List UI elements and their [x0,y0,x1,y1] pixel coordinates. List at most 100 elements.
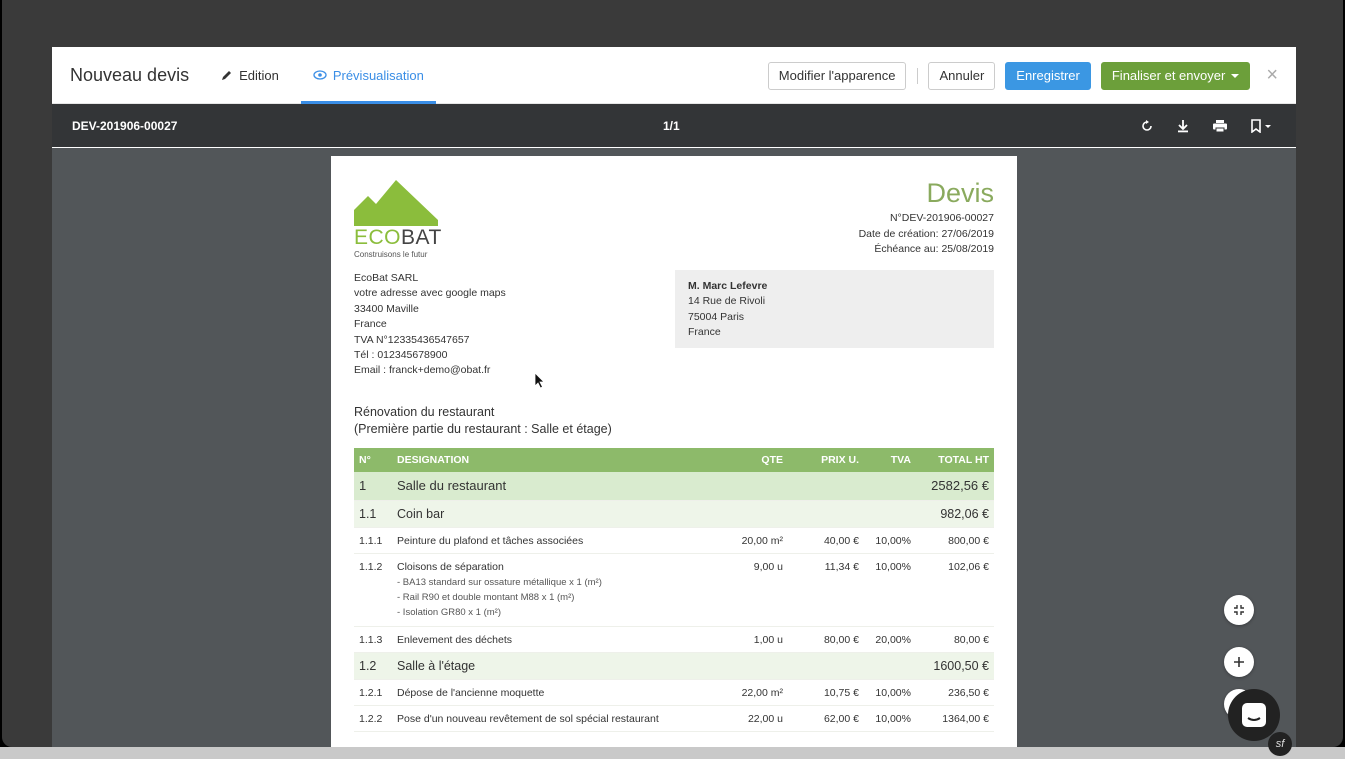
sender-line: Email : franck+demo@obat.fr [354,364,491,377]
save-button[interactable]: Enregistrer [1005,61,1091,90]
download-icon[interactable] [1176,119,1190,133]
sender-line: EcoBat SARL [354,272,419,284]
subject-line: (Première partie du restaurant : Salle e… [354,422,612,436]
recipient-line: France [688,326,721,339]
row-qty: 9,00 u [722,553,788,627]
row-label: Dépose de l'ancienne moquette [392,679,722,706]
col-header: QTE [722,448,788,472]
tab-edition[interactable]: Edition [209,47,291,104]
row-label: Salle à l'étage [392,652,722,680]
document-page: ECOBAT Construisons le futur Devis N°DEV… [331,156,1017,747]
row-vat: 20,00% [864,626,916,653]
app-window: Nouveau devis Edition Prévisualisation M… [2,0,1343,747]
brand-tagline: Construisons le futur [354,250,428,259]
table-row: 1 Salle du restaurant 2582,56 € [354,472,994,501]
table-row: 1.2 Salle à l'étage 1600,50 € [354,652,994,680]
row-number: 1 [354,472,392,501]
row-number: 1.1.1 [354,527,392,554]
row-label: Peinture du plafond et tâches associées [392,527,722,554]
row-number: 1.1.3 [354,626,392,653]
row-price: 80,00 € [788,626,864,653]
table-row: 1.2.1 Dépose de l'ancienne moquette 22,0… [354,679,994,706]
quote-modal: Nouveau devis Edition Prévisualisation M… [52,47,1296,747]
row-number: 1.1.2 [354,553,392,627]
row-total: 982,06 € [916,500,994,528]
symfony-badge[interactable]: sf [1268,732,1292,756]
quote-subject: Rénovation du restaurant (Première parti… [354,404,612,438]
row-qty: 22,00 u [722,705,788,732]
pdf-toolbar: DEV-201906-00027 1/1 [52,104,1296,147]
tab-preview-label: Prévisualisation [332,67,424,83]
finalize-send-button[interactable]: Finaliser et envoyer [1100,61,1251,90]
due-date: Échéance au: 25/08/2019 [874,243,994,255]
row-label: Coin bar [392,500,722,528]
table-row: 1.1.2 Cloisons de séparation - BA13 stan… [354,553,994,627]
row-vat [864,472,916,501]
header-actions: Modifier l'apparence Annuler Enregistrer… [758,47,1296,104]
row-vat: 10,00% [864,679,916,706]
row-vat [864,500,916,528]
sender-address: EcoBat SARL votre adresse avec google ma… [354,271,506,379]
row-vat: 10,00% [864,553,916,627]
modify-appearance-button[interactable]: Modifier l'apparence [767,61,907,90]
table-header: N° DESIGNATION QTE PRIX U. TVA TOTAL HT [354,448,994,472]
row-total: 1600,50 € [916,652,994,680]
sender-line: France [354,318,387,331]
row-price: 40,00 € [788,527,864,554]
row-number: 1.1 [354,500,392,528]
modal-header: Nouveau devis Edition Prévisualisation M… [52,47,1296,104]
row-vat: 10,00% [864,705,916,732]
row-price: 11,34 € [788,553,864,627]
row-qty: 22,00 m² [722,679,788,706]
bookmark-icon[interactable] [1250,118,1272,133]
page-count: 1/1 [663,118,680,133]
recipient-name: M. Marc Lefevre [688,280,768,292]
row-total: 800,00 € [916,527,994,554]
row-qty [722,652,788,680]
row-price [788,652,864,680]
bottom-strip [0,747,1345,759]
row-label-cell: Cloisons de séparation - BA13 standard s… [392,553,722,627]
row-price: 62,00 € [788,705,864,732]
close-icon[interactable]: × [1266,64,1278,87]
quote-table: N° DESIGNATION QTE PRIX U. TVA TOTAL HT … [354,448,994,732]
zoom-in-icon[interactable] [1224,647,1254,677]
recipient-line: 75004 Paris [688,310,745,323]
fit-page-icon[interactable] [1224,595,1254,625]
row-label: Cloisons de séparation [397,561,504,573]
brand-name: ECOBAT [354,226,442,249]
sender-line: TVA N°12335436547657 [354,333,470,346]
row-detail: - Rail R90 et double montant M88 x 1 (m²… [397,592,575,603]
row-qty [722,472,788,501]
row-vat [864,652,916,680]
mouse-cursor-icon [534,372,545,389]
row-label: Enlevement des déchets [392,626,722,653]
finalize-send-label: Finaliser et envoyer [1111,68,1226,83]
row-price [788,500,864,528]
row-qty [722,500,788,528]
row-number: 1.2.2 [354,705,392,732]
tab-preview[interactable]: Prévisualisation [300,47,436,104]
rotate-icon[interactable] [1140,119,1154,133]
subject-line: Rénovation du restaurant [354,405,495,419]
divider [917,67,919,84]
pencil-icon [222,71,232,80]
row-qty: 1,00 u [722,626,788,653]
row-vat: 10,00% [864,527,916,554]
document-id: DEV-201906-00027 [72,118,178,133]
toolbar-icons [1140,118,1272,133]
row-label: Pose d'un nouveau revêtement de sol spéc… [392,705,722,732]
table-row: 1.2.2 Pose d'un nouveau revêtement de so… [354,705,994,732]
row-number: 1.2.1 [354,679,392,706]
row-number: 1.2 [354,652,392,680]
cancel-button[interactable]: Annuler [928,61,996,90]
row-qty: 20,00 m² [722,527,788,554]
row-detail: - BA13 standard sur ossature métallique … [397,577,602,588]
recipient-box: M. Marc Lefevre 14 Rue de Rivoli 75004 P… [675,270,994,348]
eye-icon [313,70,327,80]
row-label: Salle du restaurant [392,472,722,501]
ecobat-logo-icon [354,180,438,226]
print-icon[interactable] [1212,119,1228,133]
pdf-viewer[interactable]: ECOBAT Construisons le futur Devis N°DEV… [52,148,1296,747]
row-total: 102,06 € [916,553,994,627]
